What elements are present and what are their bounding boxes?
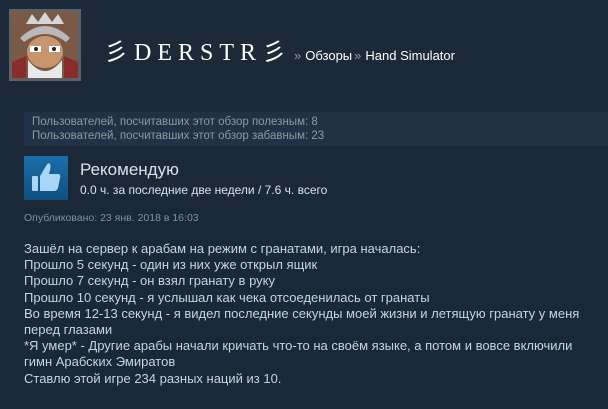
review-line: гимн Арабских Эмиратов [24, 354, 176, 370]
review-line: Прошло 10 секунд - я услышал как чека от… [24, 289, 430, 305]
profile-header: 彡DERSTR彡 » Обзоры » Hand Simulator [0, 0, 608, 90]
breadcrumb-game-link[interactable]: Hand Simulator [365, 48, 455, 63]
breadcrumb-separator: » [354, 48, 362, 63]
funny-count-text: Пользователей, посчитавших этот обзор за… [32, 130, 325, 142]
avatar-image [12, 12, 78, 78]
review-line: Прошло 7 секунд - он взял гранату в руку [24, 273, 275, 289]
review-line: *Я умер* - Другие арабы начали кричать ч… [24, 338, 573, 354]
review-line: Ставлю этой игре 234 разных наций из 10. [24, 370, 282, 386]
review-line: Зашёл на сервер к арабам на режим с гран… [24, 241, 421, 256]
thumbs-up-glyph-icon [32, 163, 61, 191]
breadcrumb: 彡DERSTR彡 » Обзоры » Hand Simulator [104, 32, 455, 67]
thumbs-up-icon[interactable] [24, 156, 68, 200]
helpful-count-text: Пользователей, посчитавших этот обзор по… [32, 116, 318, 128]
review-line: Во время 12-13 секунд - я видел последни… [24, 305, 580, 321]
avatar-icon [12, 12, 78, 78]
review-body: Зашёл на сервер к арабам на режим с гран… [24, 241, 594, 387]
review-line: перед глазами [24, 322, 113, 338]
vote-summary: Пользователей, посчитавших этот обзор по… [24, 112, 608, 146]
review-line: Прошло 5 секунд - один из них уже открыл… [24, 257, 318, 273]
breadcrumb-reviews-link[interactable]: Обзоры [305, 48, 352, 63]
posted-date: Опубликовано: 23 янв. 2018 в 16:03 [24, 212, 199, 224]
avatar[interactable] [9, 9, 81, 81]
breadcrumb-separator: » [294, 48, 302, 63]
playtime-text: 0.0 ч. за последние две недели / 7.6 ч. … [80, 183, 328, 197]
persona-name-link[interactable]: 彡DERSTR彡 [104, 32, 292, 67]
recommendation-title[interactable]: Рекомендую [80, 160, 179, 180]
